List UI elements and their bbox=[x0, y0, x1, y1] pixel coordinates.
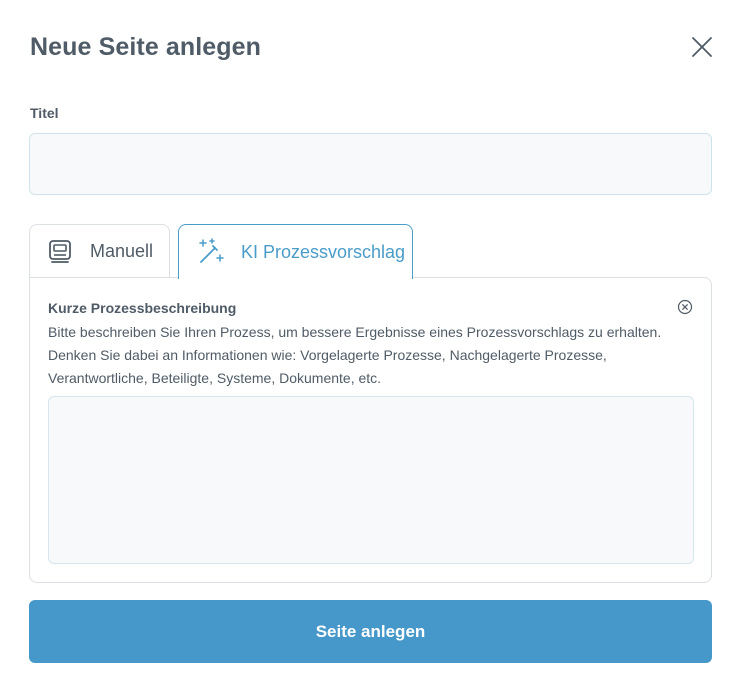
dialog-title: Neue Seite anlegen bbox=[30, 33, 262, 61]
new-page-dialog: Neue Seite anlegen Titel Manuell KI Proz… bbox=[0, 0, 741, 692]
close-icon bbox=[692, 37, 712, 57]
close-button[interactable] bbox=[688, 33, 716, 61]
ki-panel: Kurze Prozessbeschreibung Bitte beschrei… bbox=[29, 277, 712, 583]
process-description-textarea[interactable] bbox=[48, 396, 694, 564]
panel-title: Kurze Prozessbeschreibung bbox=[48, 300, 237, 316]
tab-ki-prozessvorschlag[interactable]: KI Prozessvorschlag bbox=[178, 224, 413, 279]
create-page-button[interactable]: Seite anlegen bbox=[29, 600, 712, 663]
tab-manuell-label: Manuell bbox=[90, 241, 154, 261]
panel-close-button[interactable] bbox=[677, 299, 693, 315]
title-input[interactable] bbox=[29, 133, 712, 195]
close-circle-icon bbox=[677, 299, 693, 315]
computer-icon bbox=[46, 238, 74, 266]
title-field-label: Titel bbox=[30, 105, 59, 121]
panel-description: Bitte beschreiben Sie Ihren Prozess, um … bbox=[48, 324, 662, 386]
magic-wand-icon bbox=[197, 238, 225, 266]
tab-ki-label: KI Prozessvorschlag bbox=[241, 241, 406, 262]
tab-manuell[interactable]: Manuell bbox=[29, 224, 170, 278]
